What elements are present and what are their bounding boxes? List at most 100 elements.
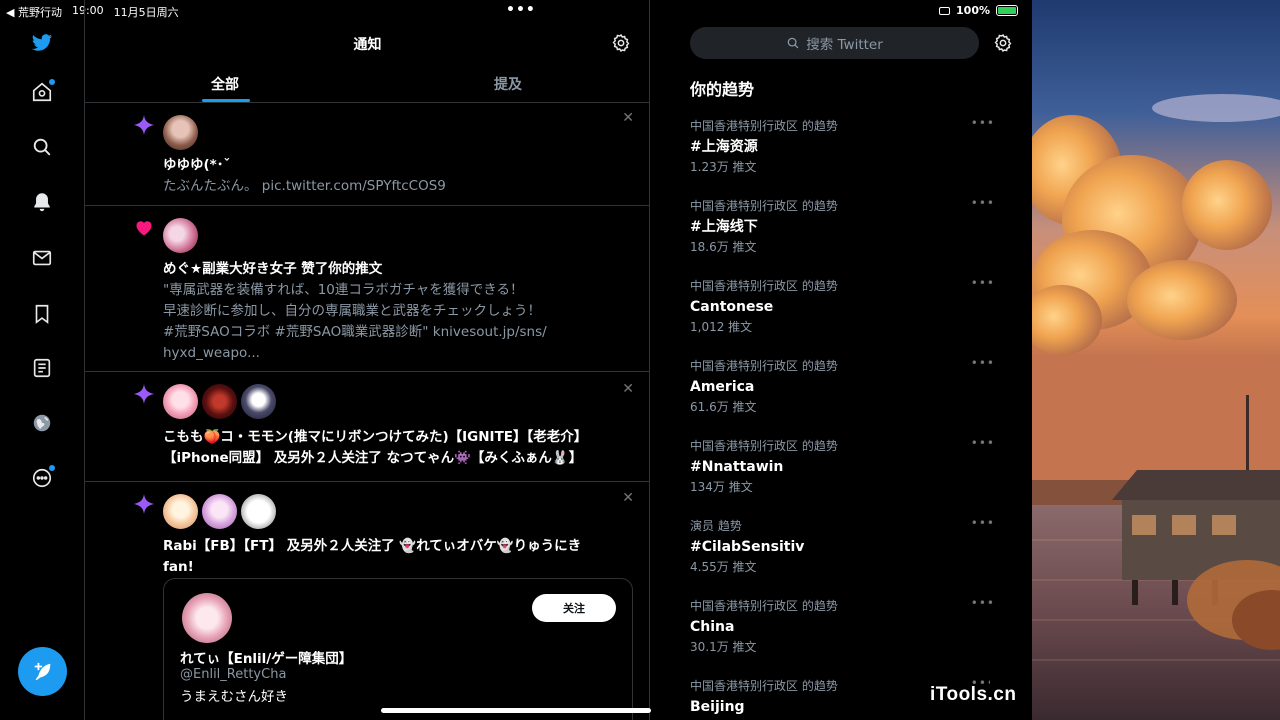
- page-title: 通知: [353, 37, 382, 53]
- wallpaper-image: [1032, 0, 1280, 720]
- dismiss-notification-icon[interactable]: ✕: [622, 110, 634, 126]
- avatar[interactable]: [163, 218, 198, 253]
- trend-context: 中国香港特别行政区 的趋势: [690, 279, 838, 293]
- home-icon[interactable]: [30, 79, 55, 104]
- compose-tweet-button[interactable]: [18, 647, 67, 696]
- lists-icon[interactable]: [30, 356, 54, 380]
- trend-item[interactable]: 演员 趋势 #CilabSensitiv 4.55万 推文 •••: [690, 516, 994, 598]
- liked-tweet-line: "専属武器を装備すれば、10連コラボガチャを獲得できる！: [163, 282, 524, 298]
- follow-notification-line: fan!: [163, 559, 194, 575]
- avatar[interactable]: [202, 384, 237, 419]
- user-follow-card[interactable]: 关注 れてぃ【Enlil/ゲー障集団】 @Enlil_RettyCha うまえむ…: [163, 578, 633, 720]
- avatar[interactable]: [163, 494, 198, 529]
- trend-item[interactable]: 中国香港特别行政区 的趋势 #上海线下 18.6万 推文 •••: [690, 196, 994, 278]
- notification-settings-gear-icon[interactable]: [611, 33, 631, 53]
- search-placeholder: 搜索 Twitter: [806, 37, 883, 53]
- liked-tweet-line: hyxd_weapo...: [163, 345, 260, 361]
- trend-item[interactable]: 中国香港特别行政区 的趋势 America 61.6万 推文 •••: [690, 356, 994, 438]
- liked-tweet-line: 早速診断に参加し、自分の専属職業と武器をチェックしょう！: [163, 303, 541, 319]
- itools-watermark: iTools.cn: [930, 684, 1017, 705]
- trend-context: 中国香港特别行政区 的趋势: [690, 599, 838, 613]
- follow-button[interactable]: 关注: [532, 594, 616, 622]
- home-indicator[interactable]: [381, 708, 651, 713]
- trend-item[interactable]: 中国香港特别行政区 的趋势 #Nnattawin 134万 推文 •••: [690, 436, 994, 518]
- trend-name: #Nnattawin: [690, 459, 784, 475]
- dismiss-notification-icon[interactable]: ✕: [622, 490, 634, 506]
- avatar[interactable]: [202, 494, 237, 529]
- trend-name: America: [690, 379, 755, 395]
- avatar[interactable]: [241, 494, 276, 529]
- trend-count: 61.6万 推文: [690, 400, 757, 414]
- trend-name: #上海资源: [690, 139, 758, 155]
- heart-icon: [136, 221, 152, 236]
- avatar[interactable]: [163, 384, 198, 419]
- trend-item[interactable]: 中国香港特别行政区 的趋势 #上海资源 1.23万 推文 •••: [690, 116, 994, 198]
- sparkle-star-icon: [133, 383, 155, 405]
- active-tab-indicator: [202, 99, 250, 102]
- trend-context: 中国香港特别行政区 的趋势: [690, 199, 838, 213]
- bookmark-icon[interactable]: [30, 302, 54, 326]
- trend-more-icon[interactable]: •••: [971, 356, 995, 370]
- twitter-app: ◀ 荒野行动 19:00 11月5日周六 ••• 100% 通知 全部 提及 ✕…: [0, 0, 1032, 720]
- trend-more-icon[interactable]: •••: [971, 116, 995, 130]
- trend-more-icon[interactable]: •••: [971, 436, 995, 450]
- card-user-handle: @Enlil_RettyCha: [180, 667, 287, 682]
- home-badge: [49, 79, 55, 85]
- notification-tabs: 全部 提及: [85, 64, 649, 103]
- mail-icon[interactable]: [30, 246, 54, 270]
- avatar[interactable]: [182, 593, 232, 643]
- avatar[interactable]: [241, 384, 276, 419]
- twitter-bird-icon[interactable]: [30, 31, 54, 55]
- trend-count: 18.6万 推文: [690, 240, 757, 254]
- sidebar-nav: [0, 0, 85, 720]
- trend-more-icon[interactable]: •••: [971, 596, 995, 610]
- trend-count: 30.1万 推文: [690, 640, 757, 654]
- notification-item[interactable]: ✕ ゆゆゆ(*･ˇ たぶんたぶん。 pic.twitter.com/SPYftc…: [85, 103, 649, 206]
- liked-tweet-line: #荒野SAOコラボ #荒野SAO職業武器診断" knivesout.jp/sns…: [163, 324, 547, 340]
- notification-item[interactable]: めぐ★副業大好き女子 赞了你的推文 "専属武器を装備すれば、10連コラボガチャを…: [85, 206, 649, 372]
- tab-all[interactable]: 全部: [211, 74, 239, 94]
- trend-name: #上海线下: [690, 219, 758, 235]
- notification-item[interactable]: ✕ こもも🍑コ・モモン(推マにリボンつけてみた)【IGNITE】【老老介】 【i…: [85, 372, 649, 482]
- trend-context: 中国香港特别行政区 的趋势: [690, 439, 838, 453]
- follow-notification-line: Rabi【FB】【FT】 及另外２人关注了 👻れてぃオバケ👻りゅうにき: [163, 538, 582, 554]
- sunset-lake-illustration: [1032, 0, 1280, 720]
- globe-icon[interactable]: [30, 411, 54, 435]
- trend-more-icon[interactable]: •••: [971, 516, 995, 530]
- trend-count: 4.55万 推文: [690, 560, 757, 574]
- sparkle-star-icon: [133, 114, 155, 136]
- trend-item[interactable]: 中国香港特别行政区 的趋势 Cantonese 1,012 推文 •••: [690, 276, 994, 358]
- trend-context: 中国香港特别行政区 的趋势: [690, 119, 838, 133]
- trend-name: China: [690, 619, 735, 635]
- notification-author[interactable]: ゆゆゆ(*･ˇ: [163, 155, 633, 176]
- trend-more-icon[interactable]: •••: [971, 276, 995, 290]
- search-input[interactable]: 搜索 Twitter: [690, 27, 979, 59]
- trend-count: 1.23万 推文: [690, 160, 757, 174]
- trend-name: Cantonese: [690, 299, 774, 315]
- trend-item[interactable]: 中国香港特别行政区 的趋势 China 30.1万 推文 •••: [690, 596, 994, 678]
- notification-author[interactable]: めぐ★副業大好き女子: [163, 261, 297, 277]
- card-user-name[interactable]: れてぃ【Enlil/ゲー障集団】: [180, 647, 352, 667]
- sparkle-star-icon: [133, 493, 155, 515]
- trend-count: 1,012 推文: [690, 320, 753, 334]
- trend-more-icon[interactable]: •••: [971, 196, 995, 210]
- trends-column: 搜索 Twitter 你的趋势 中国香港特别行政区 的趋势 #上海资源 1.23…: [650, 0, 1032, 720]
- tab-mentions[interactable]: 提及: [494, 74, 522, 94]
- explore-settings-gear-icon[interactable]: [993, 33, 1013, 53]
- follow-notification-line: 【iPhone同盟】 及另外２人关注了 なつてゃん👾【みくふぁん🐰】: [163, 450, 583, 466]
- dismiss-notification-icon[interactable]: ✕: [622, 381, 634, 397]
- more-icon[interactable]: [30, 465, 55, 490]
- feather-compose-icon: [34, 662, 50, 680]
- bell-icon[interactable]: [30, 190, 54, 214]
- trends-heading: 你的趋势: [690, 80, 755, 99]
- avatar[interactable]: [163, 115, 198, 150]
- trend-count: 134万 推文: [690, 480, 753, 494]
- search-icon: [787, 37, 799, 49]
- more-badge: [49, 465, 55, 471]
- notification-headline: めぐ★副業大好き女子 赞了你的推文: [163, 261, 383, 277]
- notification-tweet-text: たぶんたぶん。 pic.twitter.com/SPYftcCOS9: [163, 178, 446, 194]
- trend-context: 演员 趋势: [690, 519, 742, 533]
- follow-notification-line: こもも🍑コ・モモン(推マにリボンつけてみた)【IGNITE】【老老介】: [163, 429, 588, 445]
- search-icon[interactable]: [30, 135, 54, 159]
- trend-context: 中国香港特别行政区 的趋势: [690, 359, 838, 373]
